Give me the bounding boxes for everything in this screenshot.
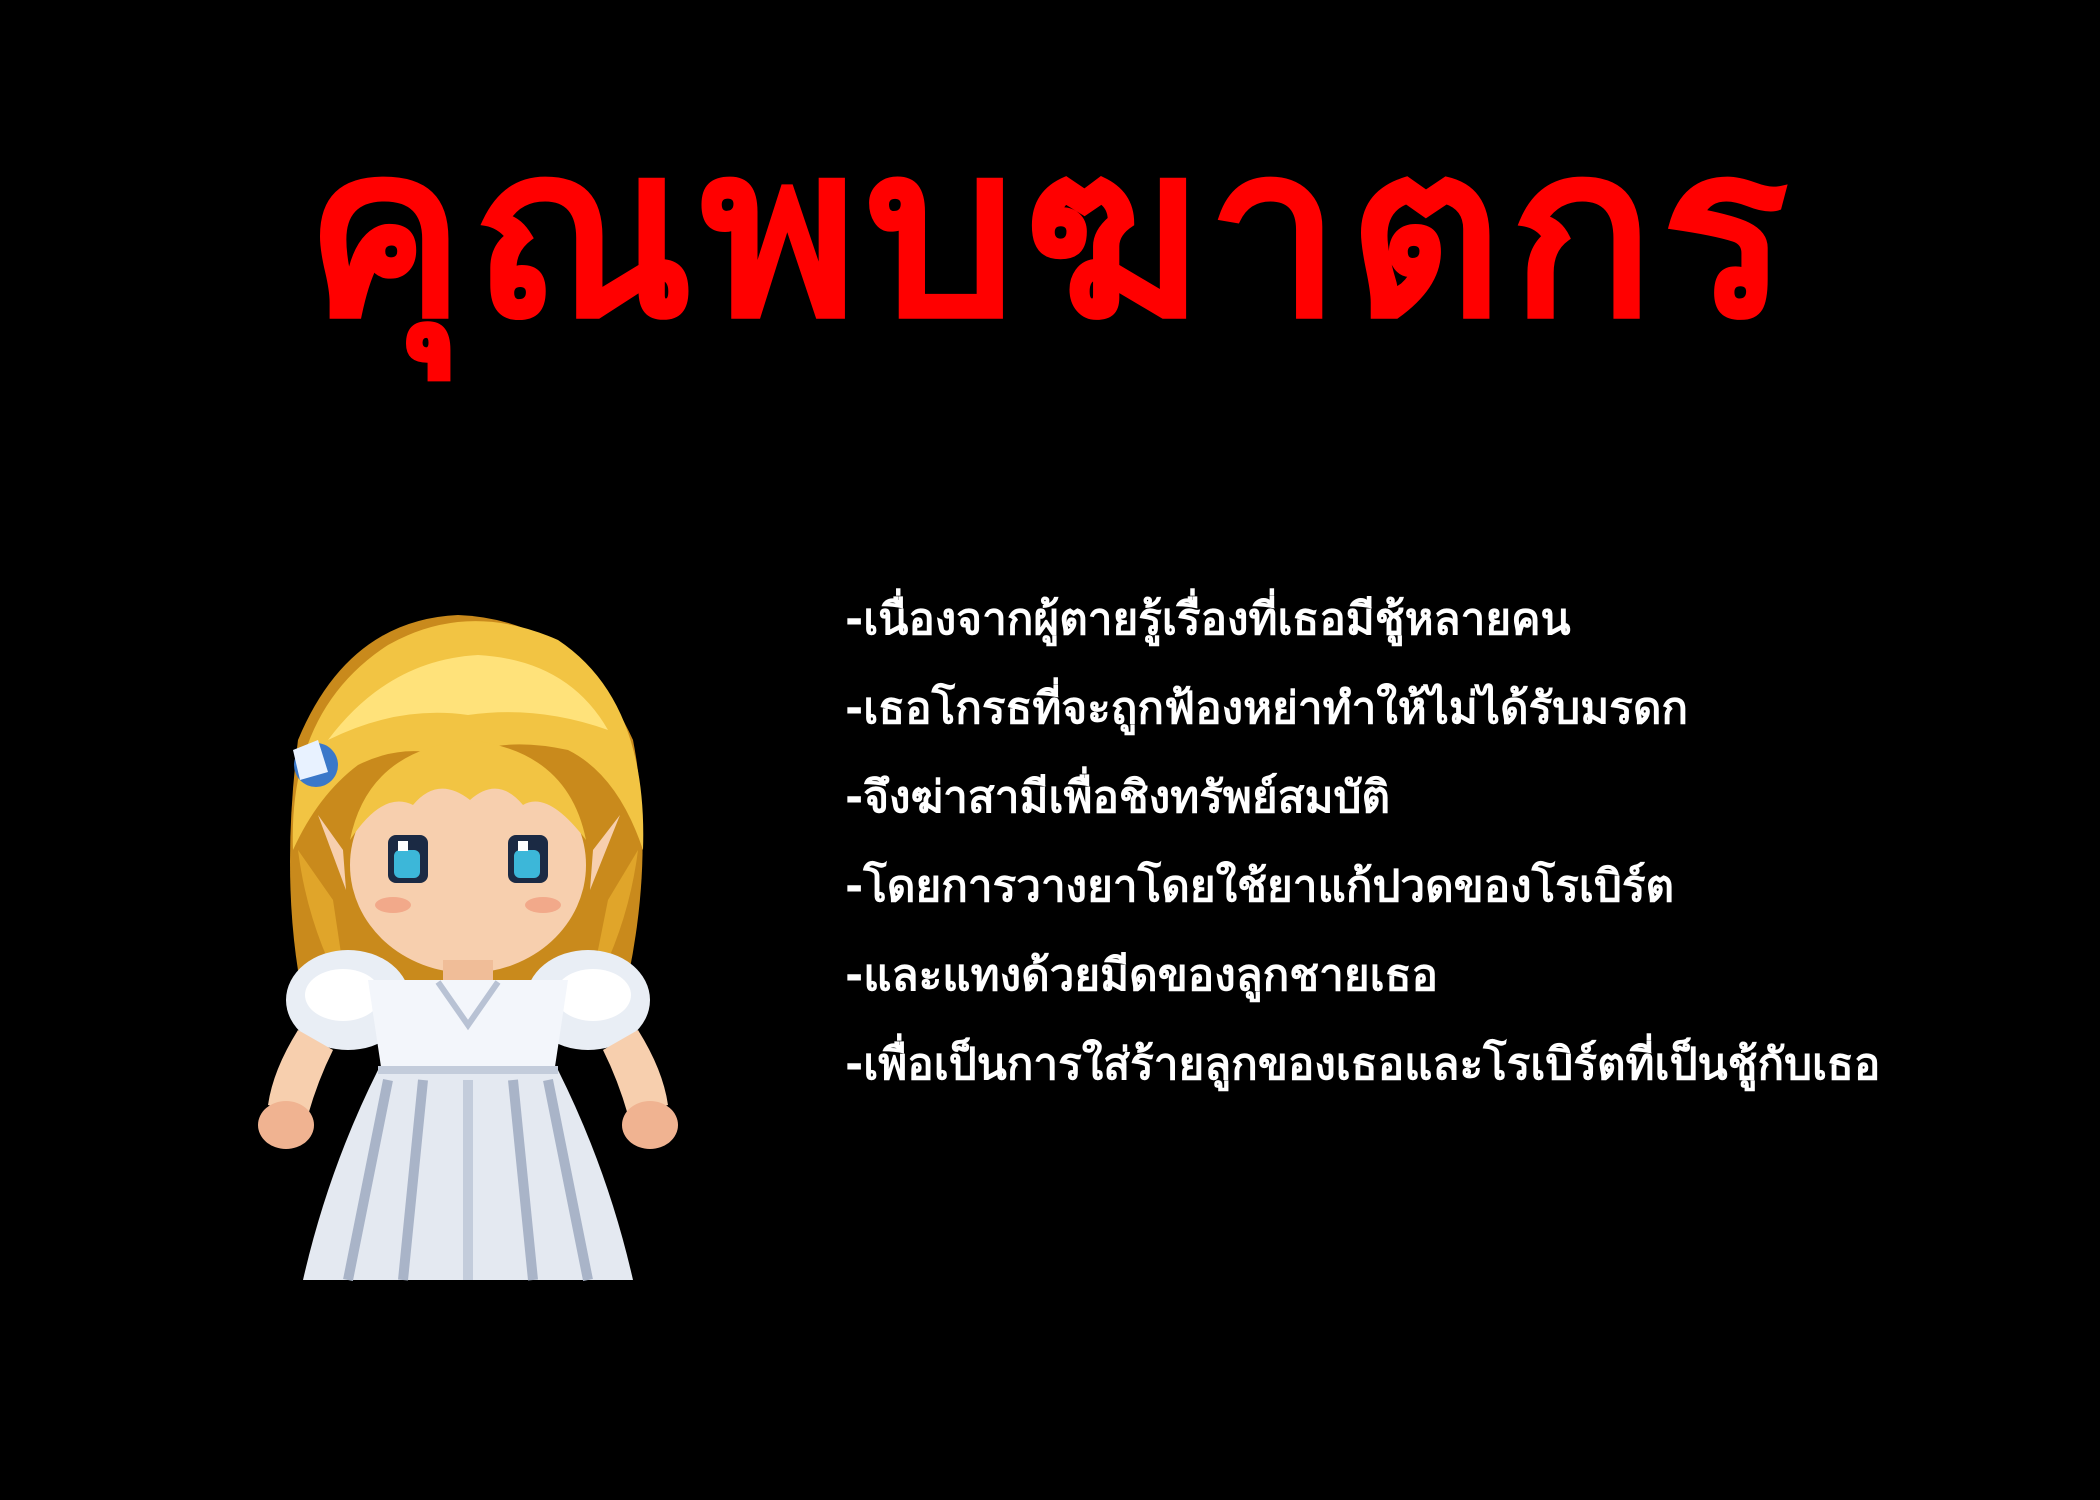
- murderer-reveal-screen: คุณพบฆาตกร -เนื่องจากผู้ตายรู้เรื่องที่เ…: [0, 0, 2100, 1500]
- clue-line: -เพื่อเป็นการใส่ร้ายลูกของเธอและโรเบิร์ต…: [845, 1039, 1881, 1090]
- clue-line: -เนื่องจากผู้ตายรู้เรื่องที่เธอมีชู้หลาย…: [845, 594, 1571, 645]
- clue-line: -จึงฆ่าสามีเพื่อชิงทรัพย์สมบัติ: [845, 772, 1391, 823]
- clue-line: -และแทงด้วยมีดของลูกชายเธอ: [845, 950, 1438, 1001]
- clue-line: -โดยการวางยาโดยใช้ยาแก้ปวดของโรเบิร์ต: [845, 861, 1675, 912]
- reveal-title: คุณพบฆาตกร: [304, 92, 1796, 372]
- murderer-character-sprite: [238, 600, 690, 1290]
- clue-line: -เธอโกรธที่จะถูกฟ้องหย่าทำให้ไม่ได้รับมร…: [845, 683, 1689, 734]
- blonde-girl-white-dress-sprite-icon: [258, 615, 678, 1281]
- clue-list: -เนื่องจากผู้ตายรู้เรื่องที่เธอมีชู้หลาย…: [845, 575, 2075, 1109]
